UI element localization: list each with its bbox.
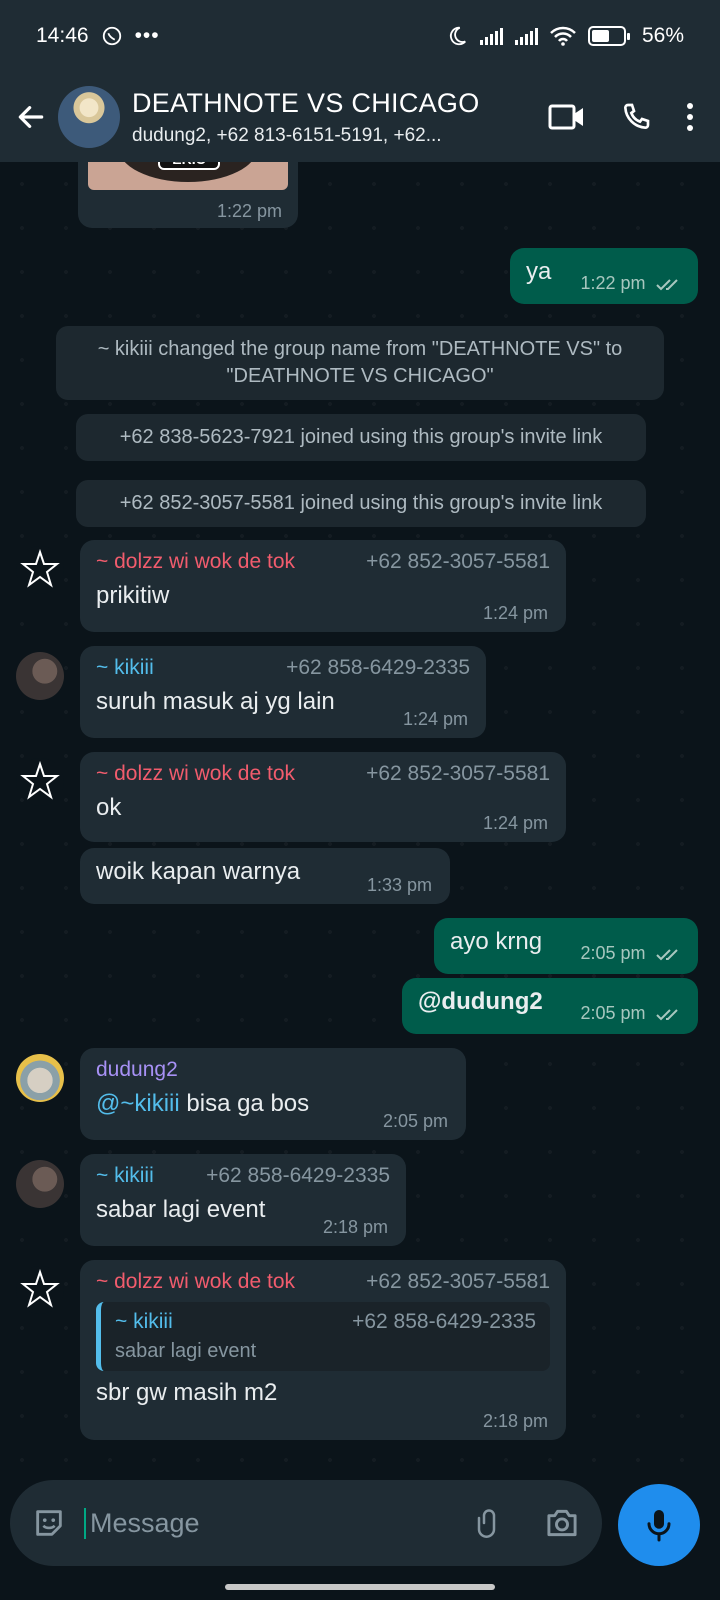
sender-name[interactable]: ~ dolzz wi wok de tok: [96, 550, 295, 574]
menu-dots-icon[interactable]: [686, 102, 694, 132]
system-message: +62 852-3057-5581 joined using this grou…: [76, 480, 646, 527]
sender-phone: +62 852-3057-5581: [366, 1270, 550, 1293]
group-info[interactable]: DEATHNOTE VS CHICAGO dudung2, +62 813-61…: [132, 88, 548, 147]
attach-icon[interactable]: [474, 1506, 504, 1540]
video-call-icon[interactable]: [548, 102, 586, 132]
message-bubble[interactable]: woik kapan warnya 1:33 pm: [80, 848, 450, 904]
message-time: 2:05 pm: [580, 1003, 646, 1023]
status-time: 14:46: [36, 24, 89, 47]
group-members: dudung2, +62 813-6151-5191, +62...: [132, 124, 442, 146]
message-text: sbr gw masih m2: [96, 1379, 278, 1406]
wifi-icon: [550, 26, 576, 46]
quote-phone: +62 858-6429-2335: [352, 1310, 536, 1333]
message-bubble-outgoing[interactable]: ayo krng 2:05 pm: [434, 918, 698, 974]
sender-phone: +62 852-3057-5581: [366, 550, 550, 573]
message-bubble[interactable]: ~ dolzz wi wok de tok +62 852-3057-5581 …: [80, 752, 566, 842]
sender-name[interactable]: dudung2: [96, 1058, 178, 1082]
message-time: 1:24 pm: [482, 813, 548, 833]
avatar-dolzz[interactable]: [16, 1266, 64, 1314]
message-time: 1:33 pm: [366, 875, 432, 895]
back-button[interactable]: [6, 92, 56, 142]
battery-percent: 56%: [641, 24, 684, 47]
avatar-dudung2[interactable]: [16, 1054, 64, 1102]
mic-icon: [647, 1510, 671, 1542]
battery-icon: [587, 26, 630, 46]
message-time: 2:05 pm: [382, 1111, 448, 1131]
message-time: 1:24 pm: [482, 603, 548, 623]
sender-name[interactable]: ~ kikiii: [96, 1164, 154, 1188]
mention-link[interactable]: @~kikiii: [96, 1090, 180, 1117]
quote-sender: ~ kikiii: [115, 1310, 173, 1333]
whatsapp-icon: [102, 26, 121, 46]
message-bubble[interactable]: ~ dolzz wi wok de tok +62 852-3057-5581 …: [80, 540, 566, 632]
message-time: 1:22 pm: [580, 273, 646, 293]
home-indicator[interactable]: [225, 1584, 495, 1590]
camera-icon[interactable]: [544, 1507, 580, 1539]
double-check-icon: [656, 1009, 678, 1021]
more-dots-icon: •••: [134, 24, 160, 47]
sender-name[interactable]: ~ dolzz wi wok de tok: [96, 1270, 295, 1294]
sticker-image: ERIC: [88, 162, 288, 190]
message-bubble[interactable]: ~ kikiii +62 858-6429-2335 sabar lagi ev…: [80, 1154, 406, 1246]
message-text: bisa ga bos: [186, 1090, 310, 1117]
avatar-kikiii[interactable]: [16, 652, 64, 700]
voice-call-icon[interactable]: [620, 101, 652, 133]
message-time: 2:05 pm: [580, 943, 646, 963]
signal-icon: [514, 27, 538, 45]
message-bubble-reply[interactable]: ~ dolzz wi wok de tok +62 852-3057-5581 …: [80, 1260, 566, 1440]
status-bar: 14:46 ••• 56%: [0, 0, 720, 72]
message-time: 2:18 pm: [482, 1411, 548, 1431]
message-time: 1:24 pm: [402, 709, 468, 729]
message-bubble[interactable]: dudung2 @~kikiii bisa ga bos 2:05 pm: [80, 1048, 466, 1140]
system-message: +62 838-5623-7921 joined using this grou…: [76, 414, 646, 461]
back-arrow-icon: [18, 106, 44, 128]
message-time: 1:22 pm: [216, 201, 282, 221]
sender-phone: +62 852-3057-5581: [366, 762, 550, 785]
avatar-kikiii[interactable]: [16, 1160, 64, 1208]
sticker-text: ERIC: [158, 162, 220, 170]
sender-name[interactable]: ~ kikiii: [96, 656, 154, 680]
system-message: ~ kikiii changed the group name from "DE…: [56, 326, 664, 400]
sender-phone: +62 858-6429-2335: [286, 656, 470, 679]
sender-name[interactable]: ~ dolzz wi wok de tok: [96, 762, 295, 786]
message-bubble[interactable]: ~ kikiii +62 858-6429-2335 suruh masuk a…: [80, 646, 486, 738]
message-text: ya: [526, 258, 552, 285]
double-check-icon: [656, 279, 678, 291]
message-text: ayo krng: [450, 928, 543, 955]
avatar-dolzz[interactable]: [16, 758, 64, 806]
message-input[interactable]: [84, 1507, 474, 1539]
double-check-icon: [656, 949, 678, 961]
sender-phone: +62 858-6429-2335: [206, 1164, 390, 1187]
message-bubble-outgoing[interactable]: @dudung2 2:05 pm: [402, 978, 698, 1034]
chat-area[interactable]: ERIC 1:22 pm ya 1:22 pm ~ kikiii changed…: [0, 162, 720, 1480]
mic-button[interactable]: [618, 1484, 700, 1566]
quoted-message[interactable]: ~ kikiii +62 858-6429-2335 sabar lagi ev…: [96, 1302, 550, 1371]
composer: [10, 1480, 602, 1566]
message-text: @dudung2: [418, 988, 543, 1015]
message-text: prikitiw: [96, 582, 170, 609]
message-text: woik kapan warnya: [96, 858, 301, 885]
message-time: 2:18 pm: [322, 1217, 388, 1237]
avatar-dolzz[interactable]: [16, 546, 64, 594]
message-bubble[interactable]: ERIC 1:22 pm: [78, 162, 298, 228]
moon-icon: [449, 26, 466, 46]
message-bubble-outgoing[interactable]: ya 1:22 pm: [510, 248, 698, 304]
group-avatar[interactable]: [58, 86, 120, 148]
chat-header: DEATHNOTE VS CHICAGO dudung2, +62 813-61…: [0, 72, 720, 162]
message-text: ok: [96, 794, 122, 821]
group-title: DEATHNOTE VS CHICAGO: [132, 87, 480, 118]
quote-text: sabar lagi event: [115, 1340, 257, 1362]
signal-icon: [479, 27, 503, 45]
emoji-icon[interactable]: [32, 1506, 66, 1540]
